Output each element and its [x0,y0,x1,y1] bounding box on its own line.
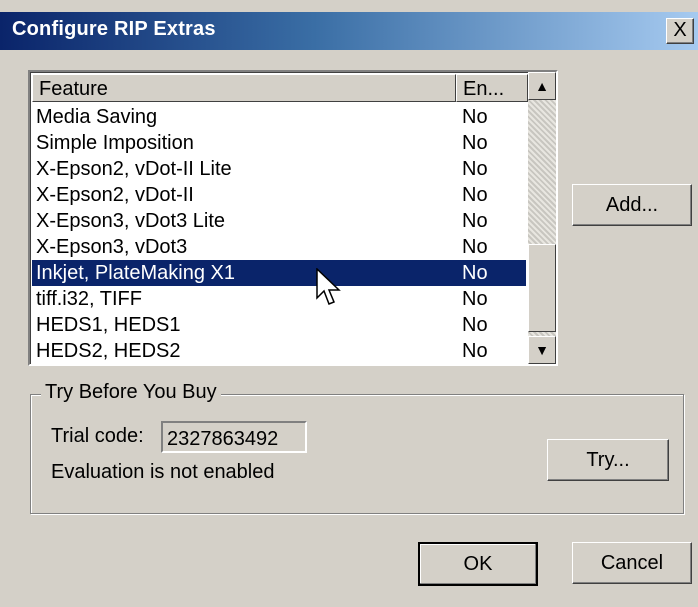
list-item[interactable]: HEDS1, HEDS1 No [32,312,526,338]
feature-enabled: No [462,184,488,206]
feature-name: Media Saving [36,106,158,128]
cancel-button[interactable]: Cancel [572,542,692,584]
feature-enabled: No [462,106,488,128]
window-title: Configure RIP Extras [12,18,216,40]
list-item[interactable]: X-Epson2, vDot-II Lite No [32,156,526,182]
add-button[interactable]: Add... [572,184,692,226]
column-header-feature[interactable]: Feature [32,74,456,102]
list-rows: Media Saving No Simple Imposition No X-Eps… [32,104,526,364]
feature-enabled: No [462,158,488,180]
arrow-down-icon: ▼ [535,342,549,358]
configure-rip-extras-dialog: Configure RIP Extras X Feature En... Med… [0,0,698,607]
evaluation-status: Evaluation is not enabled [51,461,275,483]
feature-enabled: No [462,236,488,258]
feature-name: X-Epson3, vDot3 [36,236,188,258]
trial-code-label: Trial code: [51,425,144,447]
group-label: Try Before You Buy [41,381,221,404]
try-before-you-buy-group: Try Before You Buy Trial code: 232786349… [30,381,684,514]
trial-code-field[interactable]: 2327863492 [161,421,307,453]
feature-enabled: No [462,262,488,284]
scroll-thumb[interactable] [528,244,556,332]
mouse-pointer-icon [316,268,341,305]
list-header: Feature En... [32,74,528,104]
close-button[interactable]: X [666,18,694,44]
feature-enabled: No [462,340,488,362]
list-item[interactable]: X-Epson3, vDot3 Lite No [32,208,526,234]
title-bar[interactable]: Configure RIP Extras X [0,12,698,50]
vertical-scrollbar[interactable]: ▲ ▼ [528,72,556,364]
list-item-selected[interactable]: Inkjet, PlateMaking X1 No [32,260,526,286]
feature-name: HEDS1, HEDS1 [36,314,181,336]
list-item[interactable]: HEDS2, HEDS2 No [32,338,526,364]
close-icon: X [673,19,687,41]
feature-name: Simple Imposition [36,132,194,154]
feature-name: Inkjet, PlateMaking X1 [36,262,235,284]
feature-name: X-Epson2, vDot-II Lite [36,158,232,180]
feature-enabled: No [462,314,488,336]
features-list[interactable]: Feature En... Media Saving No Simple Impo… [28,70,558,366]
scroll-up-button[interactable]: ▲ [528,72,556,100]
feature-enabled: No [462,288,488,310]
scroll-down-button[interactable]: ▼ [528,336,556,364]
try-button[interactable]: Try... [547,439,669,481]
feature-name: HEDS2, HEDS2 [36,340,181,362]
feature-enabled: No [462,210,488,232]
feature-enabled: No [462,132,488,154]
feature-name: X-Epson3, vDot3 Lite [36,210,225,232]
list-item[interactable]: Simple Imposition No [32,130,526,156]
list-item[interactable]: X-Epson2, vDot-II No [32,182,526,208]
arrow-up-icon: ▲ [535,78,549,94]
feature-name: tiff.i32, TIFF [36,288,142,310]
ok-button[interactable]: OK [418,542,538,586]
list-item[interactable]: Media Saving No [32,104,526,130]
column-header-enabled[interactable]: En... [456,74,528,102]
list-item[interactable]: tiff.i32, TIFF No [32,286,526,312]
list-item[interactable]: X-Epson3, vDot3 No [32,234,526,260]
feature-name: X-Epson2, vDot-II [36,184,194,206]
